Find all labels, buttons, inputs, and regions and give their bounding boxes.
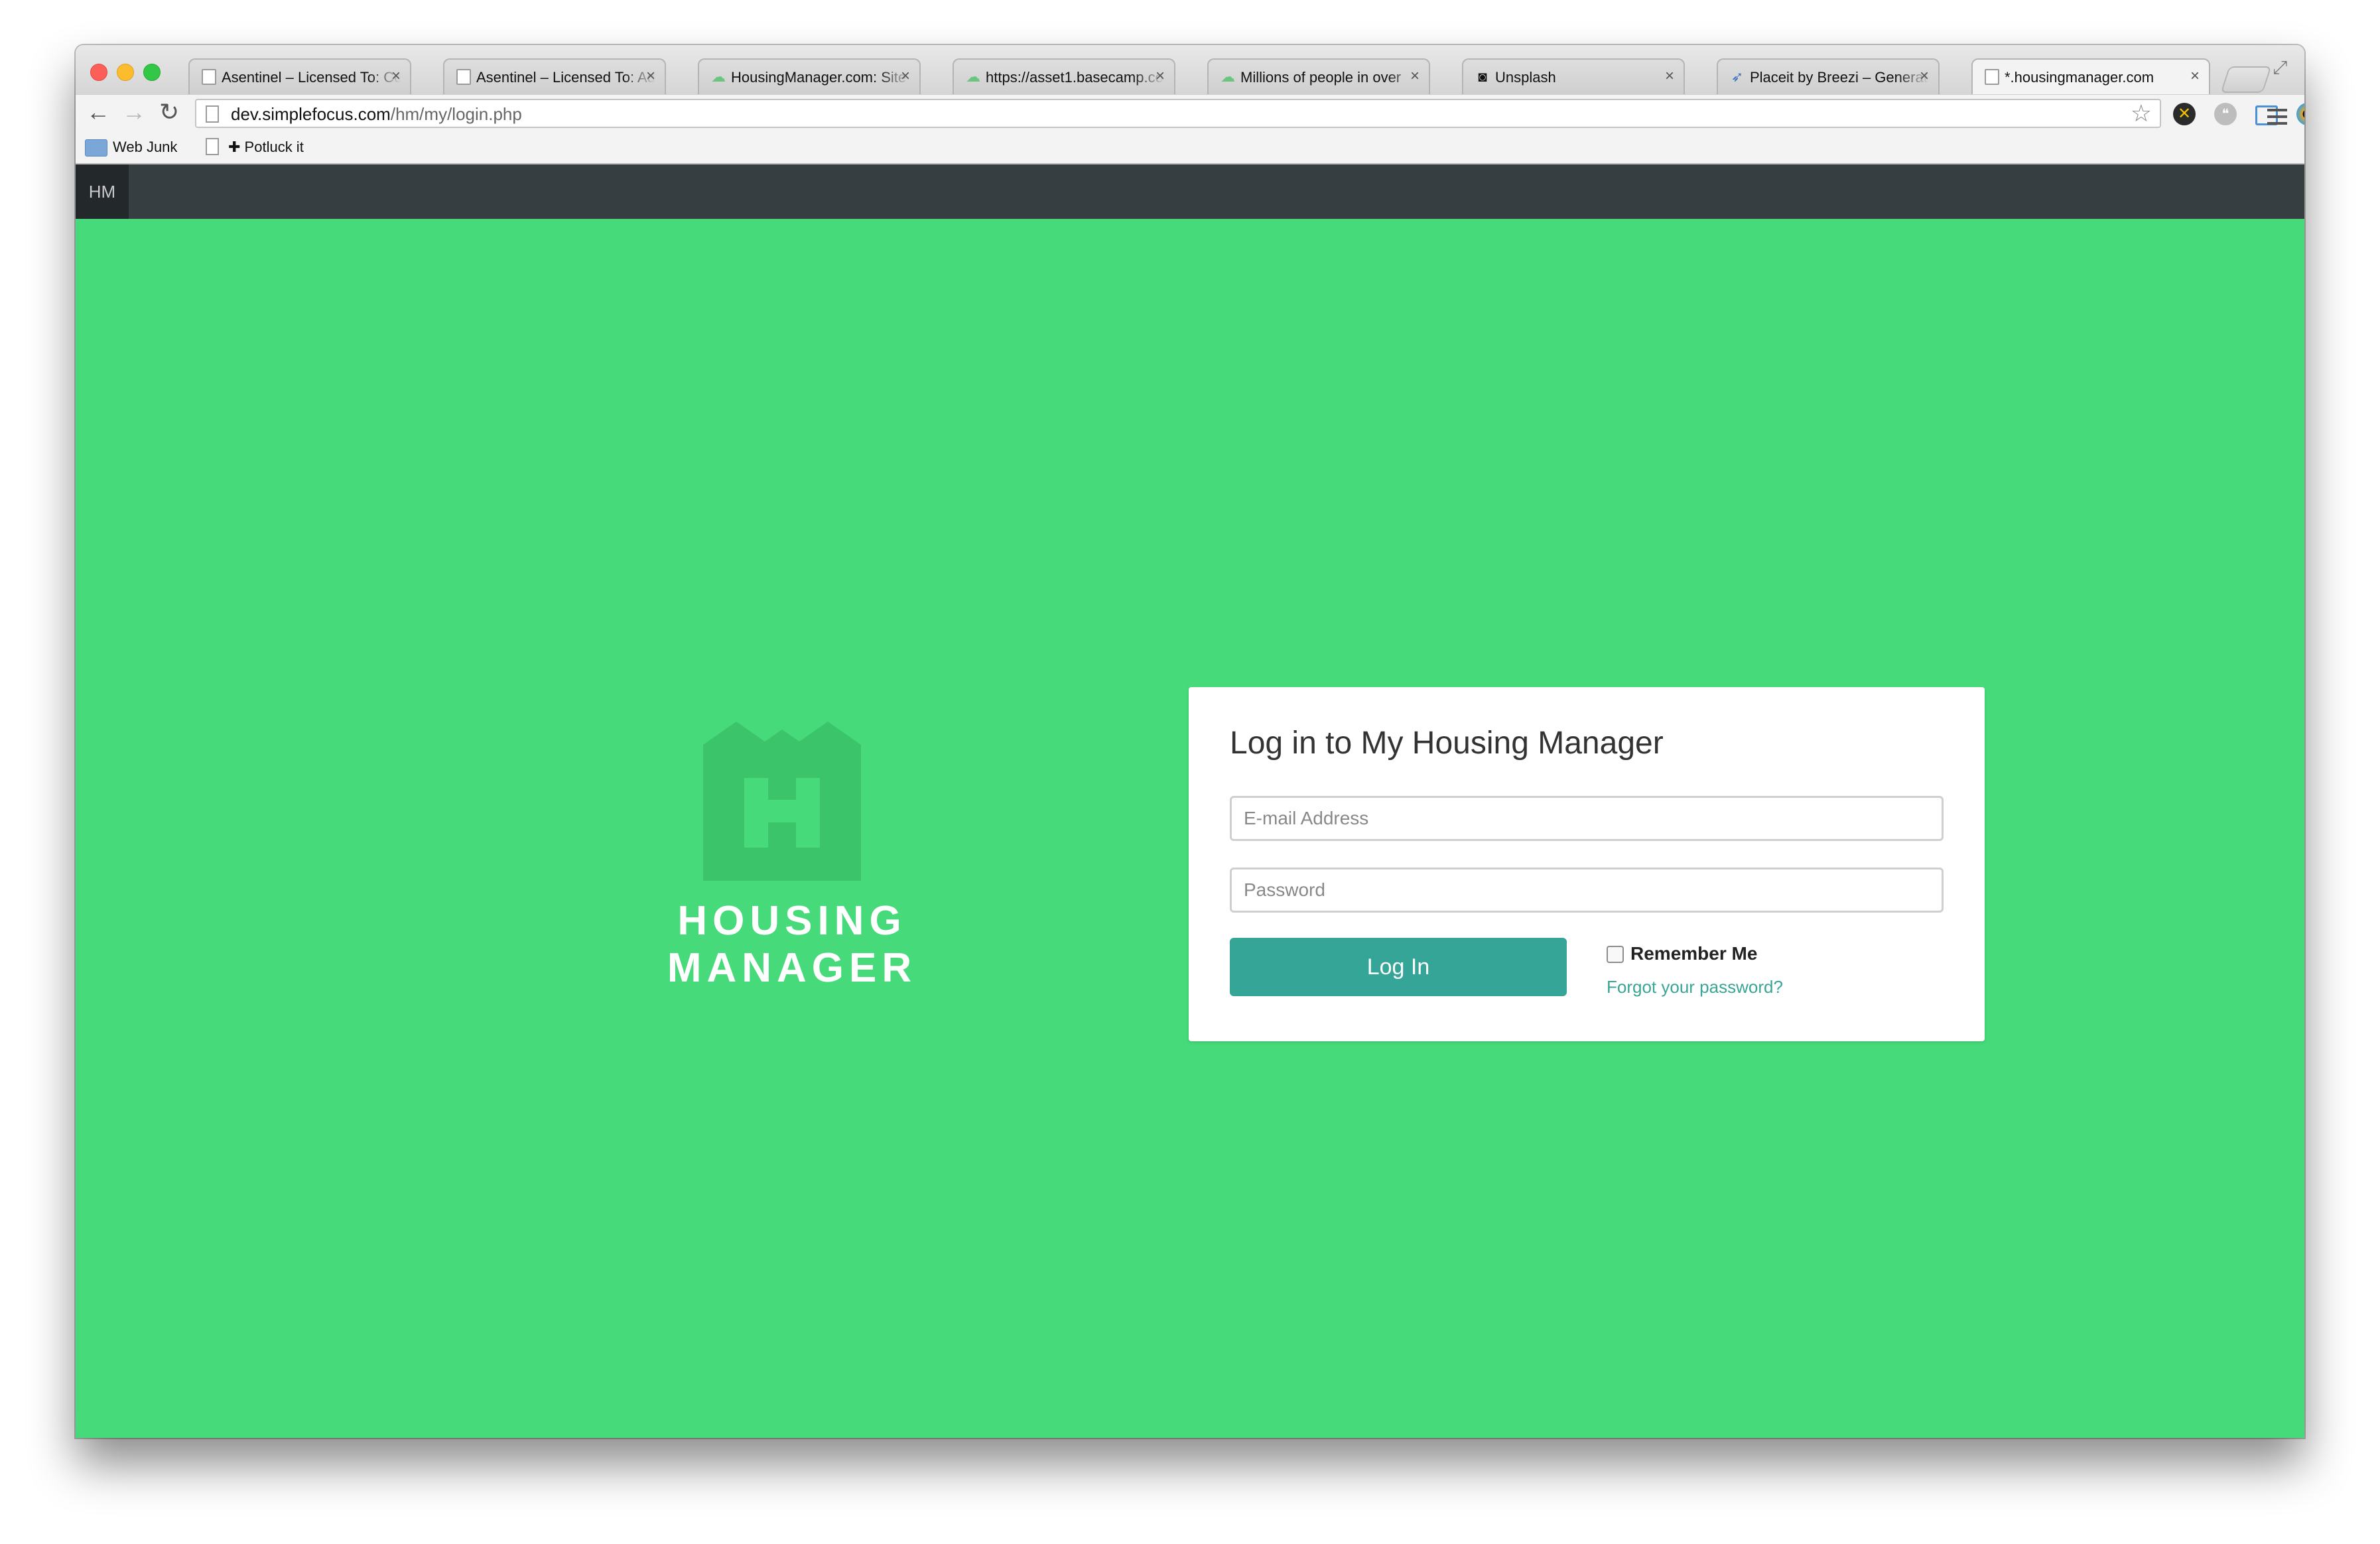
tab-title: HousingManager.com: Site	[731, 69, 907, 86]
tab-title: *.housingmanager.com	[2005, 69, 2154, 86]
password-field[interactable]	[1230, 868, 1944, 913]
browser-tab[interactable]: ☁ https://asset1.basecamp.com ×	[953, 58, 1175, 94]
page-icon	[202, 69, 216, 85]
bookmarks-bar: Web Junk ✚ Potluck it	[76, 131, 2304, 164]
tab-title: Unsplash	[1495, 69, 1556, 86]
remember-me-label[interactable]: Remember Me	[1630, 942, 1757, 965]
forward-icon[interactable]: →	[122, 99, 146, 125]
cloud-icon: ☁	[1221, 68, 1235, 85]
camera-icon: ◙	[1478, 68, 1487, 85]
browser-tab[interactable]: Asentinel – Licensed To: Admin ×	[443, 58, 666, 94]
browser-tab[interactable]: ☁ Millions of people in over ×	[1207, 58, 1430, 94]
page-content: HM HOUSING MANAGER Log in to My Housing …	[76, 164, 2304, 1438]
fullscreen-icon[interactable]: ⤢	[2273, 57, 2287, 79]
browser-tab[interactable]: Asentinel – Licensed To: Corp ×	[188, 58, 411, 94]
cloud-icon: ☁	[711, 68, 726, 85]
tab-close-icon[interactable]: ×	[1665, 68, 1674, 85]
bird-icon: ➶	[1731, 68, 1744, 85]
url-host: dev.simplefocus.com	[231, 104, 391, 124]
browser-tab[interactable]: ☁ HousingManager.com: Site ×	[698, 58, 921, 94]
browser-window: Asentinel – Licensed To: Corp × Asentine…	[76, 45, 2304, 1438]
tab-close-icon[interactable]: ×	[901, 68, 910, 85]
tab-title: Placeit by Breezi – Generate	[1750, 69, 1929, 86]
browser-tab[interactable]: ➶ Placeit by Breezi – Generate ×	[1717, 58, 1940, 94]
tab-close-icon[interactable]: ×	[646, 68, 655, 85]
url-text: dev.simplefocus.com/hm/my/login.php	[231, 104, 522, 124]
extension-icon[interactable]	[2296, 103, 2304, 125]
zoom-window-icon[interactable]	[143, 64, 161, 81]
page-icon	[1985, 69, 1999, 85]
reload-icon[interactable]: ↻	[159, 99, 179, 125]
tab-title: https://asset1.basecamp.com	[986, 69, 1165, 86]
tab-title: Millions of people in over	[1240, 69, 1402, 86]
email-field[interactable]	[1230, 796, 1944, 841]
bookmark-web-junk[interactable]: Web Junk	[113, 138, 177, 157]
page-icon	[456, 69, 471, 85]
tab-close-icon[interactable]: ×	[1410, 68, 1420, 85]
remember-me-checkbox[interactable]	[1607, 946, 1624, 963]
browser-tab[interactable]: ◙ Unsplash ×	[1462, 58, 1685, 94]
page-icon	[206, 138, 219, 155]
bookmark-star-icon[interactable]: ☆	[2131, 100, 2152, 127]
login-card: Log in to My Housing Manager Log In Reme…	[1189, 687, 1985, 1041]
address-bar[interactable]: dev.simplefocus.com/hm/my/login.php ☆	[195, 99, 2161, 128]
forgot-password-link[interactable]: Forgot your password?	[1607, 976, 1783, 997]
login-title: Log in to My Housing Manager	[1230, 726, 1664, 761]
folder-icon	[85, 139, 107, 157]
site-navbar: HM	[76, 164, 2304, 219]
close-window-icon[interactable]	[90, 64, 107, 81]
back-icon[interactable]: ←	[86, 99, 110, 125]
housing-manager-logo-icon	[703, 722, 861, 881]
login-button[interactable]: Log In	[1230, 938, 1567, 996]
bookmark-potluck-it[interactable]: ✚ Potluck it	[228, 138, 304, 157]
navbar-brand[interactable]: HM	[76, 164, 129, 219]
new-tab-button[interactable]	[2220, 66, 2272, 93]
minimize-window-icon[interactable]	[117, 64, 134, 81]
browser-tab-active[interactable]: *.housingmanager.com ×	[1971, 58, 2210, 94]
tab-title: Asentinel – Licensed To: Admin	[476, 69, 655, 86]
tab-close-icon[interactable]: ×	[391, 68, 401, 85]
page-icon	[206, 105, 219, 123]
tab-close-icon[interactable]: ×	[1156, 68, 1165, 85]
browser-toolbar: ← → ↻ dev.simplefocus.com/hm/my/login.ph…	[76, 94, 2304, 132]
extension-icon[interactable]: ❝	[2214, 103, 2237, 125]
tab-close-icon[interactable]: ×	[1920, 68, 1929, 85]
tab-title: Asentinel – Licensed To: Corp	[222, 69, 401, 86]
tab-strip: Asentinel – Licensed To: Corp × Asentine…	[76, 45, 2304, 94]
logo-wordmark: HOUSING MANAGER	[667, 898, 917, 991]
menu-icon[interactable]	[2267, 109, 2287, 125]
cloud-icon: ☁	[966, 68, 980, 85]
url-path: /hm/my/login.php	[390, 104, 522, 124]
tab-close-icon[interactable]: ×	[2190, 68, 2200, 85]
extension-icon[interactable]: ✕	[2173, 103, 2196, 125]
